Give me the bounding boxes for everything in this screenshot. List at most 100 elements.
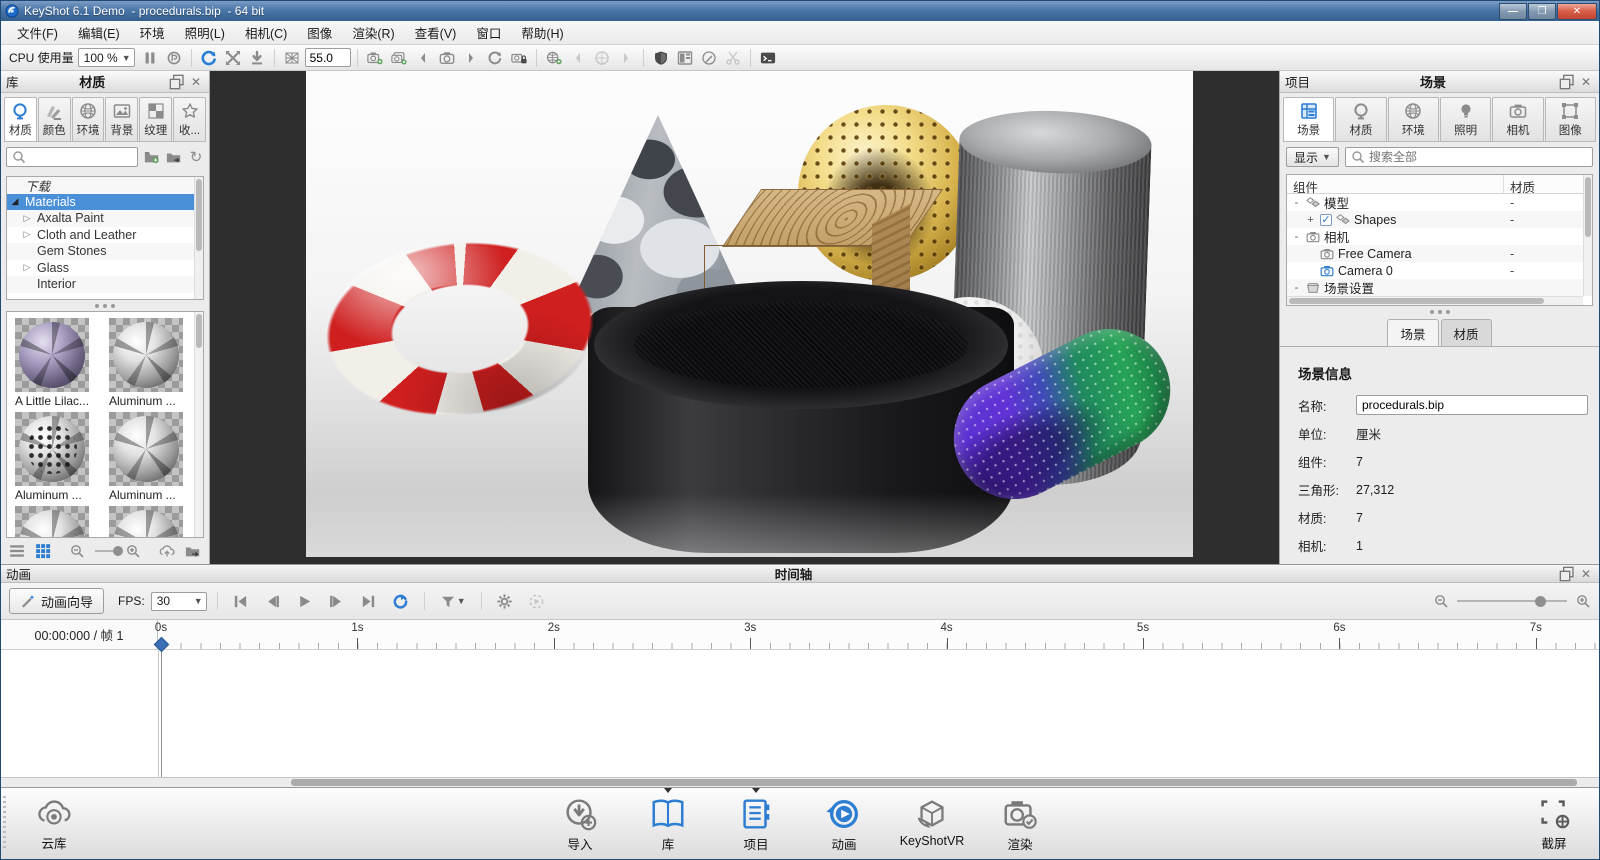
project-tab-1[interactable]: 材质 xyxy=(1335,97,1386,141)
tree-expander-icon[interactable]: ▷ xyxy=(21,229,33,240)
menu-item-7[interactable]: 查看(V) xyxy=(405,20,467,45)
visibility-checkbox[interactable]: ✓ xyxy=(1320,214,1332,226)
tree-expander-icon[interactable]: ▷ xyxy=(21,213,33,224)
import-folder-icon[interactable] xyxy=(166,149,182,165)
shield-icon[interactable] xyxy=(650,47,672,69)
scene-search-input[interactable] xyxy=(1345,147,1593,167)
project-splitter[interactable] xyxy=(1280,306,1599,317)
environment-icon[interactable] xyxy=(591,47,613,69)
library-tree-item-5[interactable]: ▷Glass xyxy=(7,260,203,277)
dock-item-cloud-library[interactable]: 云库 xyxy=(17,794,91,852)
tree-expander-icon[interactable]: + xyxy=(1305,214,1316,226)
library-tab-1[interactable]: 颜色 xyxy=(38,97,71,141)
scene-subtab-1[interactable]: 材质 xyxy=(1441,319,1492,346)
dock-item-1[interactable]: 库 xyxy=(631,795,705,853)
library-search-input[interactable] xyxy=(6,147,138,167)
thumbnail-size-slider[interactable] xyxy=(95,550,115,552)
lock-camera-icon[interactable] xyxy=(508,47,530,69)
scene-tree-row-5[interactable]: -场景设置 xyxy=(1287,279,1592,296)
camera-view-icon[interactable] xyxy=(436,47,458,69)
close-button[interactable]: ✕ xyxy=(1557,3,1597,20)
prev-arrow-icon[interactable] xyxy=(567,47,589,69)
playback-speed-button[interactable]: ▼ xyxy=(435,589,471,613)
library-tree-item-0[interactable]: 下载 xyxy=(7,177,203,194)
material-thumbnail-4[interactable] xyxy=(15,506,95,538)
dock-item-4[interactable]: KeyShotVR xyxy=(895,795,969,853)
step-back-button[interactable] xyxy=(260,589,286,613)
render-refresh-icon[interactable] xyxy=(163,47,185,69)
prev-arrow-icon[interactable] xyxy=(412,47,434,69)
display-filter-button[interactable]: 显示 ▼ xyxy=(1286,147,1339,167)
zoom-out-icon[interactable] xyxy=(69,543,85,559)
timeline-zoom-in-icon[interactable] xyxy=(1575,593,1591,609)
pen-icon[interactable] xyxy=(698,47,720,69)
material-thumbnail-1[interactable]: Aluminum ... xyxy=(109,318,189,408)
close-panel-icon[interactable]: ✕ xyxy=(1578,74,1594,90)
script-console-icon[interactable] xyxy=(757,47,779,69)
add-folder-icon[interactable] xyxy=(144,149,160,165)
material-thumbnail-2[interactable]: Aluminum ... xyxy=(15,412,95,502)
library-tab-0[interactable]: 材质 xyxy=(4,97,37,141)
menu-item-0[interactable]: 文件(F) xyxy=(7,20,68,45)
menu-item-5[interactable]: 图像 xyxy=(297,20,342,45)
fit-view-icon[interactable] xyxy=(222,47,244,69)
library-tree-item-1[interactable]: ◢Materials xyxy=(7,194,203,211)
timeline-ruler[interactable]: 00:00:000 / 帧 1 0s1s2s3s4s5s6s7s xyxy=(1,620,1599,650)
scene-tree-row-4[interactable]: Camera 0- xyxy=(1287,262,1592,279)
scene-tree-row-1[interactable]: +✓Shapes- xyxy=(1287,211,1592,228)
float-panel-icon[interactable] xyxy=(1559,566,1575,582)
menu-item-6[interactable]: 渲染(R) xyxy=(342,20,404,45)
timeline-hscrollbar[interactable] xyxy=(1,777,1599,787)
scene-subtab-0[interactable]: 场景 xyxy=(1387,319,1438,346)
material-thumbnail-3[interactable]: Aluminum ... xyxy=(109,412,189,502)
scissors-icon[interactable] xyxy=(722,47,744,69)
perspective-grid-icon[interactable] xyxy=(281,47,303,69)
tree-expander-icon[interactable]: - xyxy=(1291,231,1302,243)
tree-expander-icon[interactable]: - xyxy=(1291,197,1302,209)
pause-icon[interactable] xyxy=(139,47,161,69)
zoom-in-icon[interactable] xyxy=(125,543,141,559)
library-tree-item-4[interactable]: Gem Stones xyxy=(7,243,203,260)
project-tab-2[interactable]: 环境 xyxy=(1388,97,1439,141)
scene-tree-vscrollbar[interactable] xyxy=(1583,175,1592,296)
menu-item-1[interactable]: 编辑(E) xyxy=(68,20,130,45)
material-column-header[interactable]: 材质 xyxy=(1504,175,1592,193)
menu-item-9[interactable]: 帮助(H) xyxy=(511,20,573,45)
layout-panel-icon[interactable] xyxy=(674,47,696,69)
thumbnails-scrollbar[interactable] xyxy=(194,312,203,537)
tree-expander-icon[interactable]: ◢ xyxy=(9,196,21,207)
dock-item-2[interactable]: 项目 xyxy=(719,795,793,853)
tree-expander-icon[interactable]: ▷ xyxy=(21,262,33,273)
scene-tree-row-0[interactable]: -模型- xyxy=(1287,194,1592,211)
preview-render-icon[interactable] xyxy=(524,589,550,613)
menu-item-3[interactable]: 照明(L) xyxy=(175,20,235,45)
refresh-library-icon[interactable]: ↻ xyxy=(188,149,204,165)
project-tab-3[interactable]: 照明 xyxy=(1440,97,1491,141)
tree-expander-icon[interactable]: - xyxy=(1291,282,1302,294)
library-tree-item-2[interactable]: ▷Axalta Paint xyxy=(7,210,203,227)
dock-item-screenshot[interactable]: 截屏 xyxy=(1517,794,1591,852)
list-view-icon[interactable] xyxy=(9,543,25,559)
dock-item-3[interactable]: 动画 xyxy=(807,795,881,853)
material-thumbnail-0[interactable]: A Little Lilac... xyxy=(15,318,95,408)
close-panel-icon[interactable]: ✕ xyxy=(188,74,204,90)
project-tab-4[interactable]: 相机 xyxy=(1492,97,1543,141)
realtime-viewport[interactable] xyxy=(306,71,1193,557)
project-tab-5[interactable]: 图像 xyxy=(1545,97,1596,141)
project-tab-0[interactable]: 场景 xyxy=(1283,97,1334,141)
library-tree-item-6[interactable]: Interior xyxy=(7,276,203,293)
dock-item-5[interactable]: 渲染 xyxy=(983,795,1057,853)
dock-drag-handle[interactable] xyxy=(3,796,6,851)
maximize-button[interactable]: ❐ xyxy=(1528,3,1556,20)
menu-item-2[interactable]: 环境 xyxy=(130,20,175,45)
dock-item-0[interactable]: 导入 xyxy=(543,795,617,853)
scene-name-input[interactable] xyxy=(1356,395,1588,415)
grid-view-icon[interactable] xyxy=(35,543,51,559)
scene-tree-row-3[interactable]: Free Camera- xyxy=(1287,245,1592,262)
fps-select[interactable]: 30▼ xyxy=(151,592,207,611)
play-button[interactable] xyxy=(292,589,318,613)
menu-item-8[interactable]: 窗口 xyxy=(466,20,511,45)
upload-cloud-icon[interactable] xyxy=(159,543,175,559)
library-tab-3[interactable]: 背景 xyxy=(105,97,138,141)
skip-to-start-button[interactable] xyxy=(228,589,254,613)
